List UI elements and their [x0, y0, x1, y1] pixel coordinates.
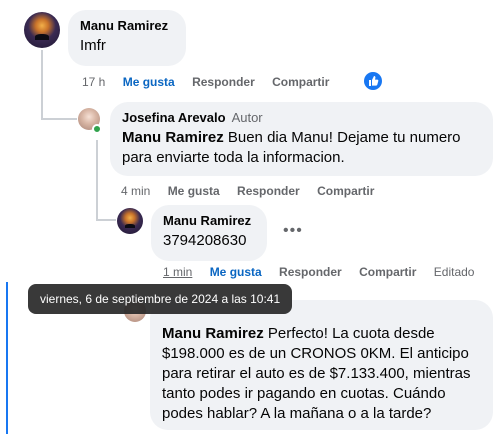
- comment-author[interactable]: Manu Ramirez: [80, 18, 174, 33]
- comment-time[interactable]: 1 min: [163, 265, 192, 279]
- timestamp-tooltip: viernes, 6 de septiembre de 2024 a las 1…: [28, 284, 293, 314]
- like-button[interactable]: Me gusta: [210, 265, 262, 279]
- share-button[interactable]: Compartir: [317, 184, 374, 198]
- thread-line-branch: [41, 118, 77, 120]
- comment-actions: 17 h Me gusta Responder Compartir: [82, 75, 343, 89]
- comment-author-name[interactable]: Josefina Arevalo: [122, 110, 226, 125]
- like-button[interactable]: Me gusta: [168, 184, 220, 198]
- comment-bubble: Manu Ramirez 3794208630: [151, 205, 267, 261]
- online-status-icon: [92, 124, 102, 134]
- more-options-icon[interactable]: •••: [283, 222, 303, 240]
- comment-time[interactable]: 17 h: [82, 75, 105, 89]
- comment-author[interactable]: Manu Ramirez: [163, 213, 255, 228]
- avatar[interactable]: [117, 208, 143, 234]
- comment-time[interactable]: 4 min: [121, 184, 150, 198]
- mention-link[interactable]: Manu Ramirez: [162, 325, 264, 342]
- comment-bubble: Josefina Arevalo Autor Manu Ramirez Buen …: [110, 102, 493, 176]
- reply-button[interactable]: Responder: [237, 184, 300, 198]
- reply-button[interactable]: Responder: [279, 265, 342, 279]
- comment-bubble: Manu Ramirez Imfr: [68, 10, 186, 66]
- comment-text: 3794208630: [163, 232, 247, 249]
- comment-author: Josefina Arevalo Autor: [122, 110, 481, 125]
- comment-text: Manu Ramirez Buen dia Manu! Dejame tu nu…: [122, 128, 481, 168]
- share-button[interactable]: Compartir: [359, 265, 416, 279]
- thread-line-reply-branch: [96, 219, 116, 221]
- thread-line-reply: [96, 140, 98, 220]
- comment-actions: 4 min Me gusta Responder Compartir: [121, 184, 388, 198]
- comment-text: Imfr: [80, 37, 106, 54]
- avatar[interactable]: [24, 12, 60, 48]
- edited-label: Editado: [433, 265, 475, 279]
- like-button[interactable]: Me gusta: [123, 75, 175, 89]
- thread-line-main: [41, 50, 43, 120]
- highlight-bar: [6, 282, 8, 434]
- author-badge: Autor: [231, 110, 263, 125]
- comment-bubble: Manu Ramirez Perfecto! La cuota desde $1…: [150, 300, 493, 430]
- reply-button[interactable]: Responder: [192, 75, 255, 89]
- share-button[interactable]: Compartir: [272, 75, 329, 89]
- comment-actions: 1 min Me gusta Responder Compartir Edita…: [163, 265, 488, 279]
- thumbs-up-icon[interactable]: [364, 72, 382, 90]
- comment-text: Manu Ramirez Perfecto! La cuota desde $1…: [162, 324, 481, 424]
- mention-link[interactable]: Manu Ramirez: [122, 129, 224, 146]
